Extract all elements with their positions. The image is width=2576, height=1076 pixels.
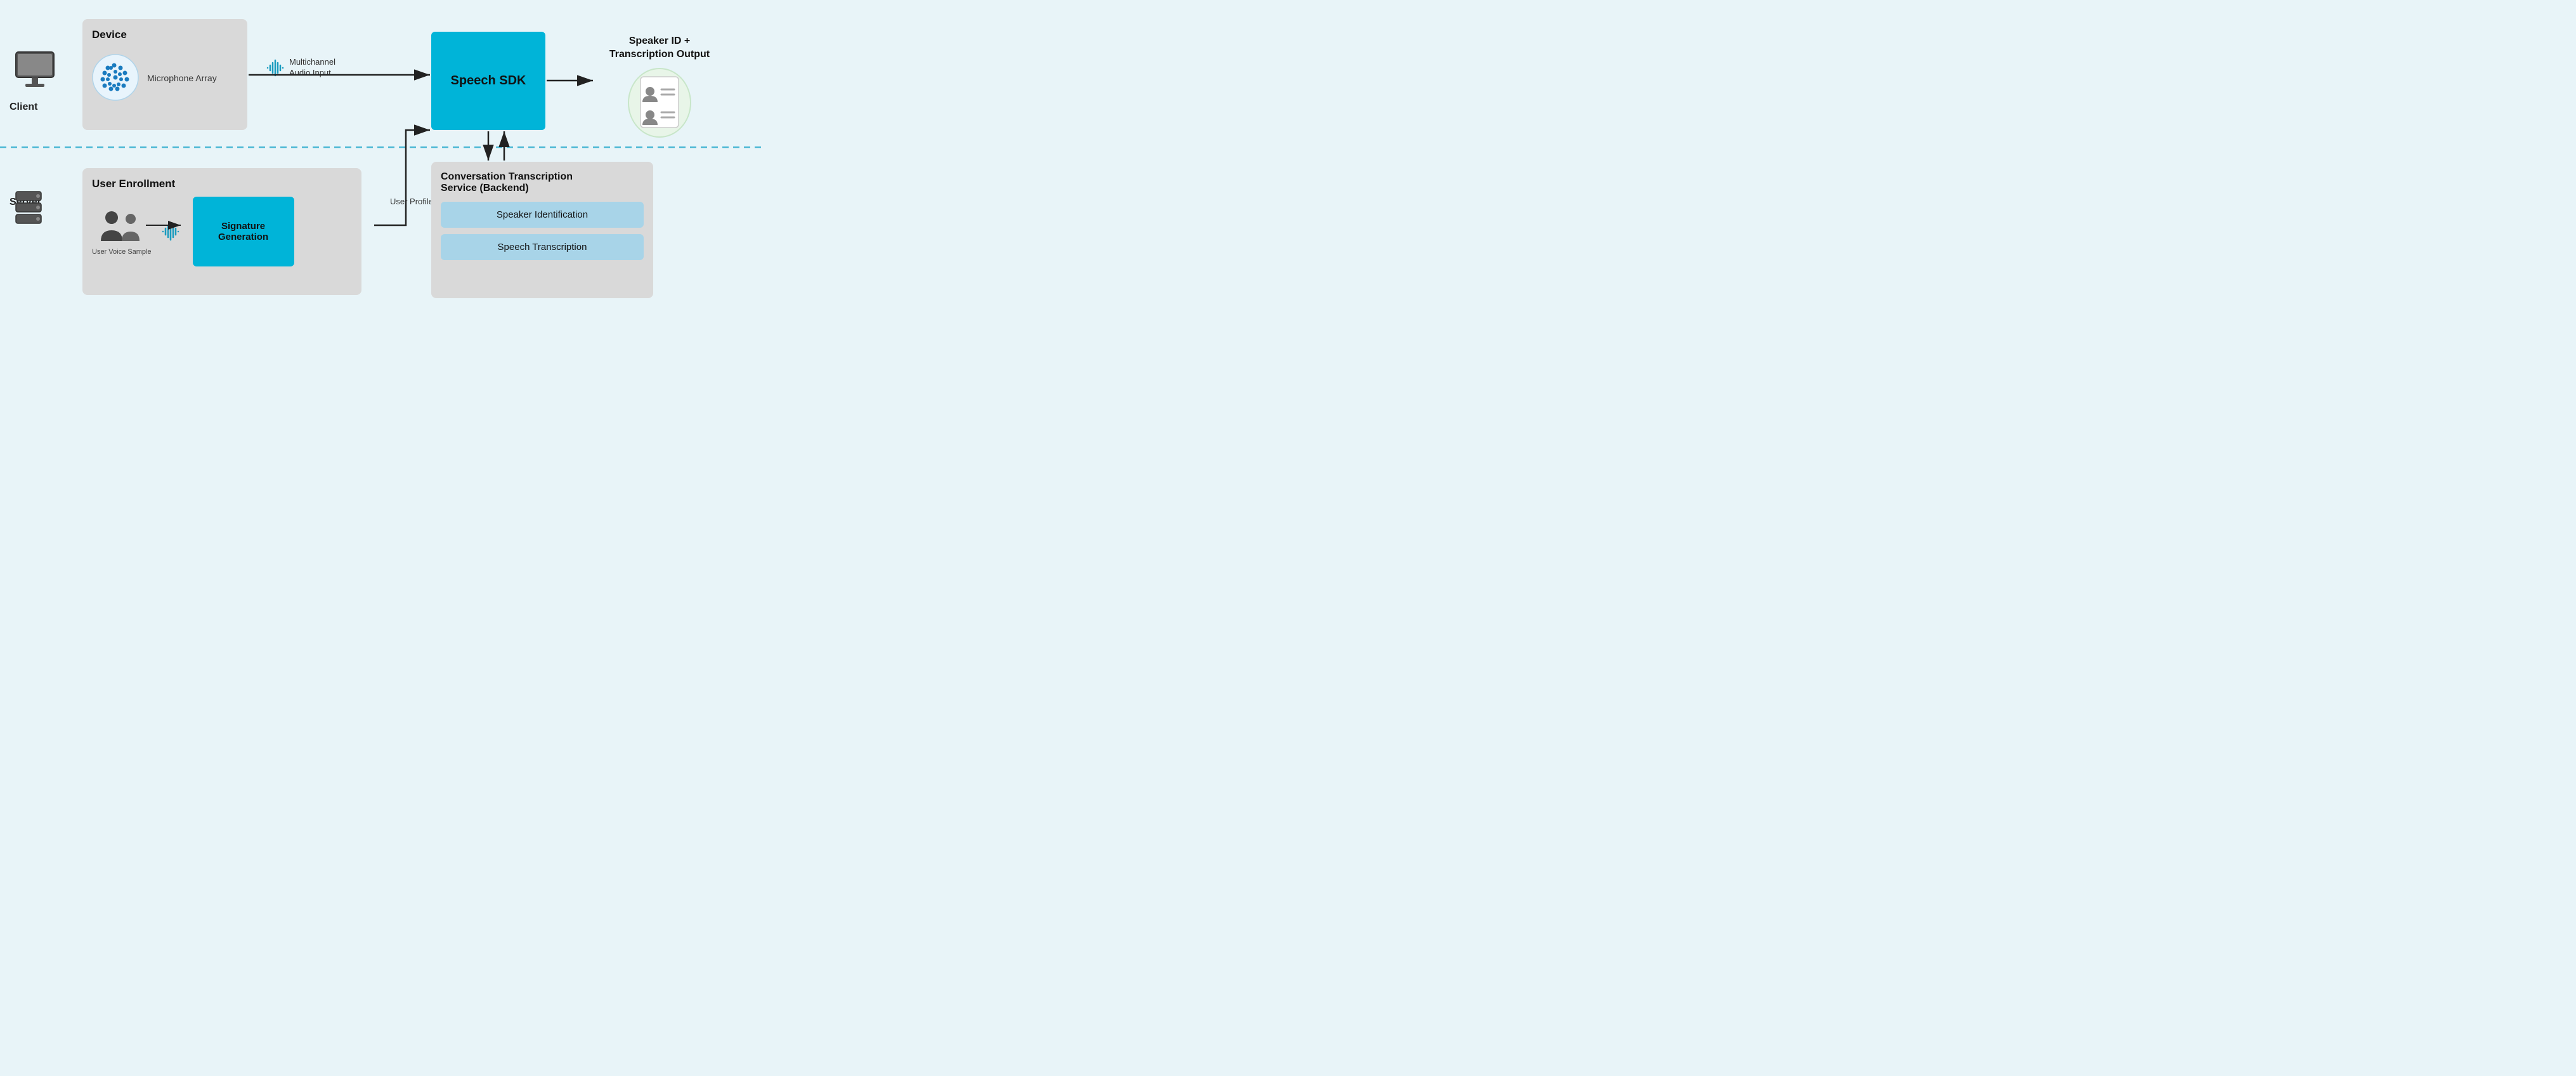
output-box: Speaker ID + Transcription Output: [596, 35, 723, 138]
cts-box: Conversation TranscriptionService (Backe…: [431, 162, 653, 298]
server-icon: [13, 190, 44, 238]
arrow-siggen-sdk: [374, 130, 430, 225]
output-doc-icon: [637, 75, 682, 129]
speaker-identification-box: Speaker Identification: [441, 202, 644, 228]
speech-sdk-box: Speech SDK: [431, 32, 545, 130]
device-inner: Microphone Array: [92, 54, 238, 102]
server-svg: [13, 190, 44, 235]
user-voice-sample-label: User Voice Sample: [92, 247, 152, 256]
sig-gen-label: Signature Generation: [199, 221, 288, 242]
enrollment-title: User Enrollment: [92, 178, 352, 190]
user-profile-label: User Profile: [390, 197, 433, 206]
output-icon-bg: [628, 68, 691, 138]
enrollment-inner: User Voice Sample: [92, 197, 352, 266]
client-icon: [13, 51, 57, 89]
users-area: User Voice Sample: [92, 206, 152, 256]
microphone-array-icon: [92, 54, 140, 102]
speech-transcription-box: Speech Transcription: [441, 234, 644, 260]
multichannel-audio-area: MultichannelAudio Input: [266, 57, 335, 79]
enrollment-box: User Enrollment User Voice Sample: [82, 168, 361, 295]
audio-wave-icon: [266, 59, 285, 77]
speech-sdk-label: Speech SDK: [451, 74, 526, 88]
diagram: Client Server Device: [0, 0, 761, 317]
signature-gen-box: Signature Generation: [193, 197, 294, 266]
monitor-svg: [13, 51, 57, 89]
cts-title: Conversation TranscriptionService (Backe…: [441, 171, 644, 194]
voice-wave-area: [161, 222, 183, 241]
users-icon: [98, 206, 145, 247]
voice-wave-icon: [161, 222, 183, 241]
device-title: Device: [92, 29, 238, 41]
output-label: Speaker ID + Transcription Output: [596, 35, 723, 62]
device-box: Device: [82, 19, 247, 130]
client-label: Client: [10, 102, 37, 113]
multichannel-label: MultichannelAudio Input: [289, 57, 335, 79]
microphone-array-label: Microphone Array: [147, 73, 217, 83]
